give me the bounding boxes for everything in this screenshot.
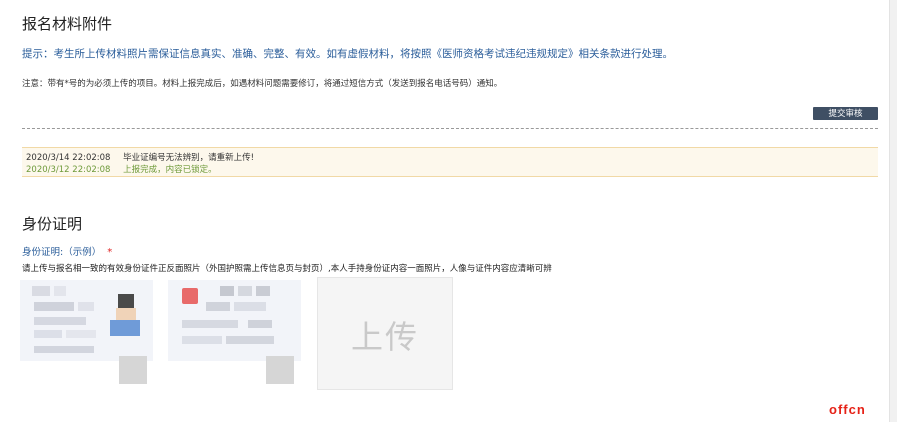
- uploaded-photo-id-front[interactable]: [20, 280, 153, 361]
- submit-review-button[interactable]: 提交审核: [813, 107, 878, 120]
- uploaded-photo-id-back[interactable]: [168, 280, 301, 361]
- required-mark: *: [107, 247, 113, 258]
- page-right-edge: [889, 0, 897, 422]
- watermark-logo: offcn: [829, 402, 866, 417]
- upload-button[interactable]: 上传: [317, 277, 453, 390]
- photo-corner-mark: [119, 356, 147, 384]
- review-log: 2020/3/14 22:02:08 毕业证编号无法辨别，请重新上传! 2020…: [22, 147, 878, 177]
- log-message: 毕业证编号无法辨别，请重新上传!: [123, 153, 255, 163]
- photo-corner-mark: [266, 356, 294, 384]
- id-field-label: 身份证明:（示例） *: [22, 244, 112, 258]
- log-entry-warning: 2020/3/14 22:02:08 毕业证编号无法辨别，请重新上传!: [26, 151, 254, 163]
- log-time: 2020/3/12 22:02:08: [26, 165, 111, 175]
- log-entry-success: 2020/3/12 22:02:08 上报完成，内容已锁定。: [26, 163, 217, 175]
- log-message: 上报完成，内容已锁定。: [123, 165, 217, 175]
- materials-note: 注意：带有*号的为必须上传的项目。材料上报完成后，如遇材料问题需要修订，将通过短…: [22, 79, 503, 89]
- materials-hint: 提示：考生所上传材料照片需保证信息真实、准确、完整、有效。如有虚假材料，将按照《…: [22, 48, 673, 60]
- id-field-description: 请上传与报名相一致的有效身份证件正反面照片（外国护照需上传信息页与封页）,本人手…: [22, 264, 552, 274]
- id-section-title: 身份证明: [22, 215, 83, 233]
- log-time: 2020/3/14 22:02:08: [26, 153, 111, 163]
- upload-label: 上传: [350, 318, 419, 356]
- id-field-label-text[interactable]: 身份证明:（示例）: [22, 247, 101, 258]
- dashed-divider: [22, 128, 878, 129]
- materials-section-title: 报名材料附件: [22, 15, 113, 33]
